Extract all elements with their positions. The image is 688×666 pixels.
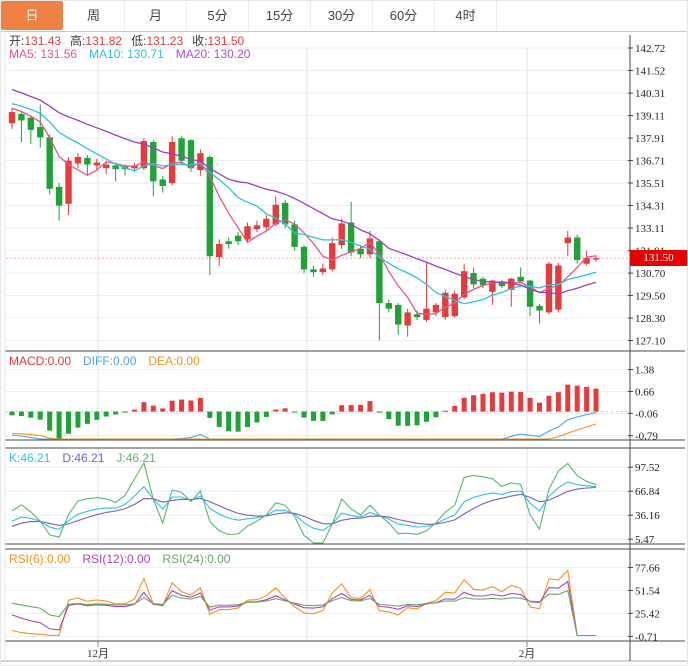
diff-readout: DIFF:0.00: [83, 354, 136, 368]
high-label: 高:: [70, 34, 85, 48]
axis-tick-label: 128.30: [635, 313, 666, 325]
axis-tick-label: 136.71: [635, 156, 665, 168]
close-value: 131.50: [207, 34, 244, 48]
high-value: 131.82: [85, 34, 122, 48]
close-label: 收:: [192, 34, 207, 48]
ma5-readout: MA5: 131.56: [9, 47, 77, 61]
axis-tick-label: 133.11: [635, 223, 665, 235]
tab-day[interactable]: 日: [1, 1, 63, 30]
ma20-readout: MA20: 130.20: [176, 47, 251, 61]
current-price-badge: 131.50: [630, 250, 687, 266]
low-value: 131.23: [146, 34, 183, 48]
dea-readout: DEA:0.00: [148, 354, 199, 368]
axis-tick-label: 36.16: [635, 510, 660, 522]
axis-tick-label: 66.84: [635, 486, 660, 498]
tab-15min[interactable]: 15分: [249, 1, 311, 30]
axis-tick-label: 0.66: [635, 386, 655, 398]
trading-chart-app: 142.72 141.52 140.31 139.11 137.91 136.71 135.…: [0, 0, 688, 666]
d-line: [12, 488, 596, 527]
axis-tick-label: 25.42: [635, 608, 660, 620]
rsi-legend: RSI(6):0.00 RSI(12):0.00 RSI(24):0.00: [9, 552, 242, 566]
axis-tick-label: -0.79: [635, 431, 658, 443]
kdj-legend: K:46.21 D:46.21 J:46.21: [9, 451, 168, 465]
axis-tick-label: 129.50: [635, 291, 666, 303]
axis-tick-label: 130.70: [635, 268, 666, 280]
x-axis-month-label: 12月: [87, 648, 109, 660]
tab-30min[interactable]: 30分: [311, 1, 373, 30]
open-value: 131.43: [24, 34, 61, 48]
axis-tick-label: 1.38: [635, 365, 655, 377]
rsi12-readout: RSI(12):0.00: [82, 552, 150, 566]
rsi24-readout: RSI(24):0.00: [162, 552, 230, 566]
axis-tick-label: 77.66: [635, 562, 660, 574]
tab-5min[interactable]: 5分: [187, 1, 249, 30]
low-label: 低:: [131, 34, 146, 48]
axis-tick-label: 140.31: [635, 88, 665, 100]
axis-tick-label: -0.71: [635, 631, 658, 643]
chart-canvas[interactable]: 142.72 141.52 140.31 139.11 137.91 136.71 135.…: [1, 1, 688, 666]
macd-readout: MACD:0.00: [9, 354, 71, 368]
candles: [9, 105, 599, 341]
tab-week[interactable]: 周: [63, 1, 125, 30]
axis-tick-label: 139.11: [635, 111, 665, 123]
axis-tick-label: 5.47: [635, 534, 655, 546]
axis-tick-label: 134.31: [635, 200, 665, 212]
k-readout: K:46.21: [9, 451, 50, 465]
j-line: [12, 463, 596, 543]
d-readout: D:46.21: [62, 451, 104, 465]
k-line: [12, 482, 596, 531]
macd-legend: MACD:0.00 DIFF:0.00 DEA:0.00: [9, 354, 212, 368]
j-readout: J:46.21: [116, 451, 155, 465]
ma10-readout: MA10: 130.71: [89, 47, 164, 61]
axis-tick-label: 127.10: [635, 336, 666, 348]
rsi12-line: [12, 582, 596, 636]
rsi6-readout: RSI(6):0.00: [9, 552, 70, 566]
tab-60min[interactable]: 60分: [373, 1, 435, 30]
axis-tick-label: -0.06: [635, 408, 658, 420]
tab-month[interactable]: 月: [125, 1, 187, 30]
open-label: 开:: [9, 34, 24, 48]
axis-tick-label: 97.52: [635, 462, 660, 474]
axis-tick-label: 135.51: [635, 178, 665, 190]
axis-tick-label: 141.52: [635, 65, 665, 77]
axis-tick-label: 142.72: [635, 43, 665, 55]
timeframe-tabbar: 日 周 月 5分 15分 30分 60分 4时: [1, 1, 687, 32]
rsi6-line: [12, 571, 596, 636]
tab-4hour[interactable]: 4时: [435, 1, 497, 30]
x-axis-month-label: 2月: [519, 648, 536, 660]
ma-legend: MA5: 131.56 MA10: 130.71 MA20: 130.20: [9, 47, 262, 61]
axis-tick-label: 137.91: [635, 133, 665, 145]
axis-tick-label: 51.54: [635, 585, 660, 597]
